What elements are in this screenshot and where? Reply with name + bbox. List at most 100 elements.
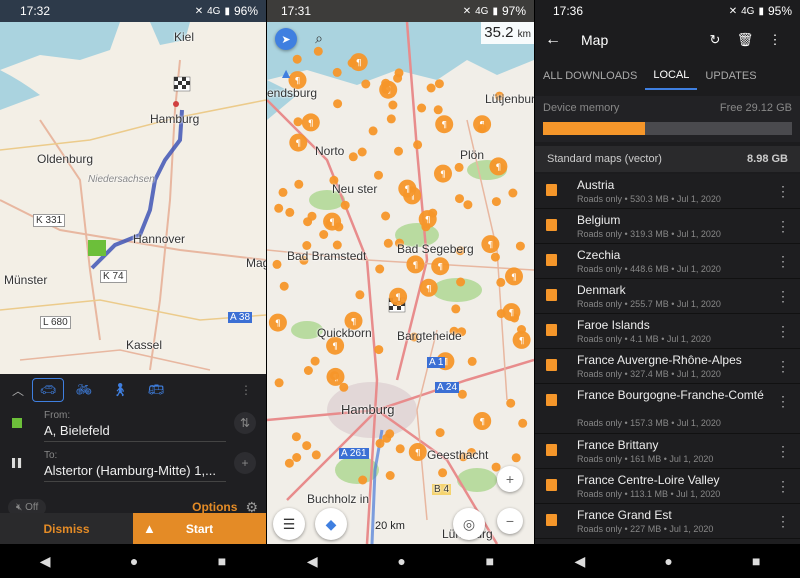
poi-marker[interactable]: [477, 124, 487, 133]
poi-marker[interactable]: [302, 441, 312, 451]
more-vert-icon[interactable]: ⋮: [776, 358, 790, 375]
poi-marker[interactable]: [294, 179, 304, 189]
poi-marker[interactable]: [274, 378, 284, 388]
map-list-item[interactable]: Faroe Islands Roads only • 4.1 MB • Jul 1…: [535, 314, 800, 349]
more-vert-icon[interactable]: ⋮: [776, 218, 790, 235]
poi-marker[interactable]: [340, 200, 350, 210]
bus-icon[interactable]: 🚌︎: [140, 378, 172, 402]
more-vert-icon[interactable]: ⋮: [776, 513, 790, 530]
poi-marker[interactable]: [339, 382, 349, 392]
poi-marker[interactable]: [496, 277, 506, 287]
back-nav-icon[interactable]: ◀: [307, 553, 318, 570]
dismiss-button[interactable]: Dismiss: [0, 513, 133, 544]
more-vert-icon[interactable]: ⋮: [776, 253, 790, 270]
poi-marker[interactable]: [358, 475, 368, 485]
poi-marker[interactable]: [333, 99, 343, 109]
poi-marker[interactable]: [490, 252, 500, 262]
menu-icon[interactable]: ☰: [273, 508, 305, 540]
start-button[interactable]: ▲ Start: [133, 513, 266, 544]
poi-marker[interactable]: [454, 162, 464, 172]
tab-local[interactable]: LOCAL: [645, 62, 698, 90]
poi-marker[interactable]: [348, 152, 358, 162]
more-vert-icon[interactable]: ⋮: [776, 183, 790, 200]
swap-icon[interactable]: ⇅: [234, 412, 256, 434]
poi-marker[interactable]: [457, 389, 467, 399]
poi-marker[interactable]: [310, 356, 320, 366]
poi-marker[interactable]: [285, 207, 295, 217]
compass-icon[interactable]: ➤: [275, 28, 297, 50]
poi-marker[interactable]: [394, 146, 403, 156]
poi-marker[interactable]: [278, 187, 288, 197]
poi-marker[interactable]: [438, 468, 448, 478]
poi-marker[interactable]: [515, 241, 525, 251]
poi-marker[interactable]: [274, 203, 284, 213]
map-list-item[interactable]: France Brittany Roads only • 161 MB • Jul…: [535, 434, 800, 469]
poi-marker[interactable]: [311, 450, 321, 460]
navigation-arrow-icon[interactable]: ▲: [275, 62, 297, 84]
poi-marker[interactable]: [303, 366, 313, 375]
poi-marker[interactable]: [463, 200, 473, 210]
add-icon[interactable]: +: [234, 452, 256, 474]
poi-marker[interactable]: [374, 345, 384, 355]
poi-marker[interactable]: [383, 238, 393, 248]
poi-marker[interactable]: [375, 438, 385, 448]
poi-marker[interactable]: [381, 211, 391, 221]
map-list-item[interactable]: Austria Roads only • 530.3 MB • Jul 1, 20…: [535, 174, 800, 209]
back-arrow-icon[interactable]: ←: [545, 31, 575, 49]
map-list-item[interactable]: Czechia Roads only • 448.6 MB • Jul 1, 20…: [535, 244, 800, 279]
poi-marker[interactable]: [355, 290, 365, 300]
poi-marker[interactable]: [435, 428, 445, 438]
map-list-item[interactable]: France Bourgogne-Franche-Comté Roads only…: [535, 384, 800, 434]
poi-marker[interactable]: [375, 264, 385, 274]
to-field[interactable]: Alstertor (Hamburg-Mitte) 1,...: [44, 461, 226, 482]
poi-marker[interactable]: [506, 398, 516, 408]
poi-marker[interactable]: [428, 208, 438, 218]
map-list-item[interactable]: Denmark Roads only • 255.7 MB • Jul 1, 20…: [535, 279, 800, 314]
poi-marker[interactable]: [508, 188, 518, 198]
poi-marker[interactable]: [292, 453, 302, 462]
poi-marker[interactable]: [518, 418, 528, 428]
poi-marker[interactable]: [319, 230, 329, 239]
map-list-item[interactable]: France Auvergne-Rhône-Alpes Roads only • …: [535, 349, 800, 384]
directions-icon[interactable]: ◆: [315, 508, 347, 540]
tab-updates[interactable]: UPDATES: [697, 62, 764, 90]
poi-marker[interactable]: [284, 458, 294, 468]
poi-marker[interactable]: [386, 114, 396, 124]
home-nav-icon[interactable]: ●: [397, 553, 405, 569]
search-icon[interactable]: ⌕: [307, 26, 331, 50]
options-button[interactable]: Options: [192, 500, 237, 514]
map-list-item[interactable]: France Centre-Loire Valley Roads only • 1…: [535, 469, 800, 504]
poi-marker[interactable]: [330, 371, 339, 381]
poi-marker[interactable]: [426, 83, 436, 93]
from-row[interactable]: From: A, Bielefeld ⇅: [0, 406, 266, 446]
more-vert-icon[interactable]: ⋮: [776, 478, 790, 495]
recents-nav-icon[interactable]: ■: [752, 553, 760, 569]
poi-marker[interactable]: [434, 79, 444, 89]
to-row[interactable]: To: Alstertor (Hamburg-Mitte) 1,... +: [0, 446, 266, 486]
zoom-out-icon[interactable]: −: [497, 508, 523, 534]
recents-nav-icon[interactable]: ■: [218, 553, 226, 569]
poi-marker[interactable]: [393, 73, 403, 83]
more-vert-icon[interactable]: ⋮: [776, 393, 790, 410]
poi-marker[interactable]: [413, 140, 423, 150]
home-nav-icon[interactable]: ●: [130, 553, 138, 569]
poi-marker[interactable]: [455, 194, 464, 204]
more-vert-icon[interactable]: ⋮: [776, 323, 790, 340]
poi-marker[interactable]: [291, 432, 301, 442]
poi-marker[interactable]: [279, 281, 289, 291]
more-vert-icon[interactable]: ⋮: [776, 443, 790, 460]
back-nav-icon[interactable]: ◀: [575, 553, 586, 570]
pedestrian-icon[interactable]: 🚶︎: [104, 378, 136, 402]
poi-marker[interactable]: [307, 211, 317, 221]
chevron-up-icon[interactable]: ︿: [8, 382, 28, 399]
map-list-item[interactable]: France Grand Est Roads only • 227 MB • Ju…: [535, 504, 800, 539]
recents-nav-icon[interactable]: ■: [486, 553, 494, 569]
bicycle-icon[interactable]: 🚲︎: [68, 378, 100, 402]
poi-marker[interactable]: [433, 105, 443, 115]
poi-marker[interactable]: [417, 103, 427, 113]
map-list-item[interactable]: Belgium Roads only • 319.3 MB • Jul 1, 20…: [535, 209, 800, 244]
more-vert-icon[interactable]: ⋮: [760, 32, 790, 48]
from-field[interactable]: A, Bielefeld: [44, 421, 226, 442]
delete-icon[interactable]: 🗑︎: [730, 32, 760, 48]
poi-marker[interactable]: [451, 304, 461, 314]
